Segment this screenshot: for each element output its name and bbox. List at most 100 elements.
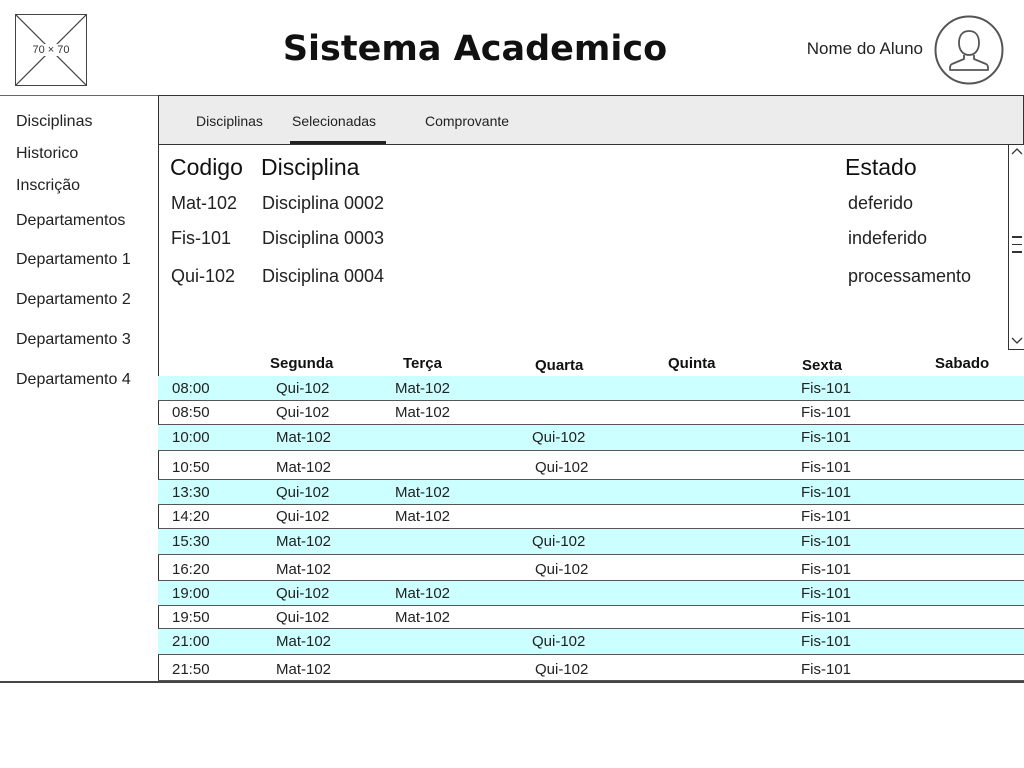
- logo-size-label: 70 × 70: [31, 44, 71, 56]
- discipline-name[interactable]: Disciplina 0003: [262, 227, 384, 249]
- discipline-code: Qui-102: [171, 266, 236, 286]
- tab-bar: [158, 95, 1024, 145]
- terca-cell[interactable]: Mat-102: [395, 585, 450, 603]
- segunda-cell[interactable]: Mat-102: [276, 661, 331, 679]
- time-cell: 21:00: [172, 633, 210, 650]
- schedule-row: 14:20 Qui-102 Mat-102 Fis-101: [158, 505, 1024, 529]
- segunda-cell[interactable]: Mat-102: [276, 459, 331, 477]
- col-header-codigo: Codigo: [170, 154, 243, 180]
- sidebar-item-departamento-1[interactable]: Departamento 1: [16, 250, 131, 270]
- user-icon: [934, 15, 1004, 85]
- schedule-row: 10:00 Mat-102 Qui-102 Fis-101: [158, 425, 1024, 451]
- tab-selecionadas[interactable]: Selecionadas: [292, 113, 376, 129]
- terca-cell[interactable]: Mat-102: [395, 508, 450, 526]
- time-cell: 21:50: [172, 661, 210, 678]
- quarta-cell[interactable]: Qui-102: [535, 661, 588, 679]
- segunda-cell[interactable]: Mat-102: [276, 429, 331, 447]
- schedule-row: 10:50 Mat-102 Qui-102 Fis-101: [158, 451, 1024, 480]
- quarta-cell[interactable]: Qui-102: [535, 459, 588, 477]
- schedule-row: 15:30 Mat-102 Qui-102 Fis-101: [158, 529, 1024, 555]
- time-cell: 10:00: [172, 429, 210, 446]
- schedule-row: 08:00 Qui-102 Mat-102 Fis-101: [158, 376, 1024, 401]
- quarta-cell[interactable]: Qui-102: [532, 429, 585, 447]
- sidebar-item-departamento-3[interactable]: Departamento 3: [16, 330, 131, 350]
- sexta-cell[interactable]: Fis-101: [801, 484, 851, 502]
- schedule-row: 13:30 Qui-102 Mat-102 Fis-101: [158, 480, 1024, 505]
- time-cell: 14:20: [172, 508, 210, 525]
- sexta-cell[interactable]: Fis-101: [801, 633, 851, 651]
- time-cell: 19:00: [172, 585, 210, 602]
- day-header-sabado: Sabado: [935, 355, 990, 372]
- col-header-estado: Estado: [845, 154, 917, 180]
- scroll-down-icon[interactable]: [1011, 336, 1023, 349]
- scrollbar-thumb[interactable]: [1012, 236, 1022, 258]
- sexta-cell[interactable]: Fis-101: [801, 533, 851, 551]
- time-cell: 19:50: [172, 609, 210, 626]
- schedule-row: 19:50 Qui-102 Mat-102 Fis-101: [158, 606, 1024, 629]
- sexta-cell[interactable]: Fis-101: [801, 609, 851, 627]
- time-cell: 10:50: [172, 459, 210, 476]
- schedule-row: 08:50 Qui-102 Mat-102 Fis-101: [158, 401, 1024, 425]
- segunda-cell[interactable]: Qui-102: [276, 508, 329, 526]
- terca-cell[interactable]: Mat-102: [395, 380, 450, 398]
- sidebar-item-disciplinas[interactable]: Disciplinas: [16, 112, 92, 132]
- segunda-cell[interactable]: Qui-102: [276, 404, 329, 422]
- sexta-cell[interactable]: Fis-101: [801, 508, 851, 526]
- quarta-cell[interactable]: Qui-102: [532, 633, 585, 651]
- tab-disciplinas[interactable]: Disciplinas: [196, 113, 263, 129]
- time-cell: 08:50: [172, 404, 210, 421]
- quarta-cell[interactable]: Qui-102: [535, 561, 588, 579]
- sexta-cell[interactable]: Fis-101: [801, 404, 851, 422]
- logo-placeholder: 70 × 70: [15, 14, 87, 86]
- scroll-up-icon[interactable]: [1011, 146, 1023, 159]
- schedule-row: 16:20 Mat-102 Qui-102 Fis-101: [158, 555, 1024, 581]
- time-cell: 15:30: [172, 533, 210, 550]
- schedule-row: 19:00 Qui-102 Mat-102 Fis-101: [158, 581, 1024, 606]
- discipline-code: Fis-101: [171, 228, 232, 248]
- segunda-cell[interactable]: Qui-102: [276, 609, 329, 627]
- sidebar-item-departamento-4[interactable]: Departamento 4: [16, 370, 131, 390]
- discipline-name[interactable]: Disciplina 0002: [262, 192, 384, 214]
- sexta-cell[interactable]: Fis-101: [801, 429, 851, 447]
- time-cell: 16:20: [172, 561, 210, 578]
- segunda-cell[interactable]: Qui-102: [276, 380, 329, 398]
- sexta-cell[interactable]: Fis-101: [801, 459, 851, 477]
- sidebar-top-divider: [0, 95, 160, 96]
- sexta-cell[interactable]: Fis-101: [801, 585, 851, 603]
- discipline-code: Mat-102: [171, 193, 238, 213]
- col-header-disciplina: Disciplina: [261, 154, 360, 180]
- segunda-cell[interactable]: Qui-102: [276, 585, 329, 603]
- day-header-quarta: Quarta: [535, 357, 584, 374]
- sidebar-item-inscricao[interactable]: Inscrição: [16, 176, 80, 196]
- time-cell: 08:00: [172, 380, 210, 397]
- segunda-cell[interactable]: Mat-102: [276, 561, 331, 579]
- segunda-cell[interactable]: Qui-102: [276, 484, 329, 502]
- sexta-cell[interactable]: Fis-101: [801, 661, 851, 679]
- day-header-quinta: Quinta: [668, 355, 716, 372]
- schedule-row: 21:50 Mat-102 Qui-102 Fis-101: [158, 655, 1024, 681]
- avatar[interactable]: [934, 15, 1004, 85]
- sidebar-item-departamentos[interactable]: Departamentos: [16, 211, 125, 231]
- sidebar-item-departamento-2[interactable]: Departamento 2: [16, 290, 131, 310]
- discipline-status: processamento: [848, 266, 972, 286]
- sexta-cell[interactable]: Fis-101: [801, 561, 851, 579]
- sidebar-item-historico[interactable]: Historico: [16, 144, 78, 164]
- time-cell: 13:30: [172, 484, 210, 501]
- user-name[interactable]: Nome do Aluno: [760, 38, 923, 60]
- terca-cell[interactable]: Mat-102: [395, 404, 450, 422]
- tab-comprovante[interactable]: Comprovante: [425, 113, 509, 129]
- active-tab-indicator: [290, 141, 386, 144]
- terca-cell[interactable]: Mat-102: [395, 484, 450, 502]
- sexta-cell[interactable]: Fis-101: [801, 380, 851, 398]
- segunda-cell[interactable]: Mat-102: [276, 533, 331, 551]
- discipline-name[interactable]: Disciplina 0004: [262, 265, 384, 287]
- quarta-cell[interactable]: Qui-102: [532, 533, 585, 551]
- bottom-divider: [0, 681, 1024, 683]
- day-header-terca: Terça: [403, 355, 442, 372]
- schedule-row: 21:00 Mat-102 Qui-102 Fis-101: [158, 629, 1024, 655]
- discipline-status: deferido: [848, 193, 914, 213]
- segunda-cell[interactable]: Mat-102: [276, 633, 331, 651]
- day-header-segunda: Segunda: [270, 355, 334, 372]
- terca-cell[interactable]: Mat-102: [395, 609, 450, 627]
- app-title: Sistema Academico: [282, 29, 668, 69]
